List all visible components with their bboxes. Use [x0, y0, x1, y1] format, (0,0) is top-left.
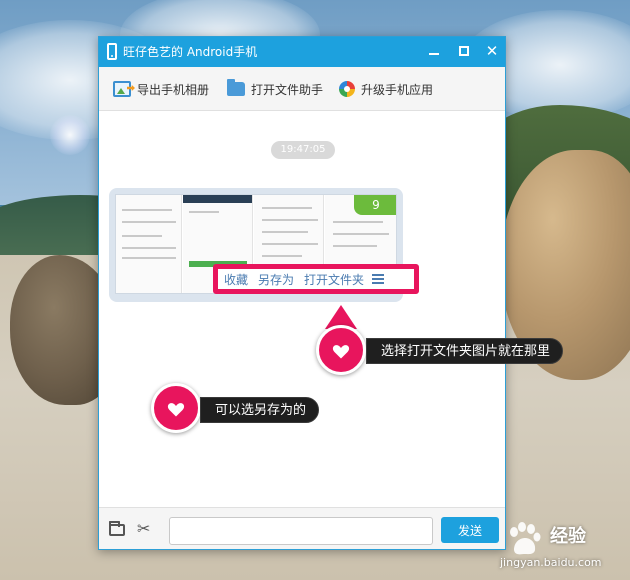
send-button[interactable]: 发送 [441, 517, 499, 543]
open-file-helper-button[interactable]: 打开文件助手 [227, 79, 323, 99]
chat-area[interactable]: 19:47:05 9 收藏 另存为 打开文件夹 [99, 112, 505, 507]
minimize-button[interactable] [425, 42, 443, 60]
message-timestamp: 19:47:05 [271, 141, 335, 159]
more-menu-icon[interactable] [372, 274, 385, 284]
maximize-icon [459, 46, 469, 56]
save-as-link[interactable]: 另存为 [258, 271, 294, 288]
annotation-callout-open-folder: 选择打开文件夹图片就在那里 [366, 338, 564, 364]
baidu-jingyan-watermark: 经验 jingyan.baidu.com [500, 518, 626, 574]
close-button[interactable]: ✕ [483, 42, 501, 60]
send-file-icon[interactable] [109, 521, 125, 536]
minimize-icon [429, 53, 439, 55]
watermark-url: jingyan.baidu.com [500, 556, 602, 569]
thumbnail-line [262, 219, 318, 221]
watermark-brand: 经验 [550, 526, 586, 547]
thumbnail-screen [116, 195, 182, 293]
thumbnail-line [262, 231, 308, 233]
image-action-bar: 收藏 另存为 打开文件夹 [213, 264, 419, 294]
thumbnail-line [262, 243, 318, 245]
thumbnail-count-badge: 9 [354, 195, 396, 215]
baidu-paw-icon [510, 522, 541, 555]
upgrade-apps-icon [339, 81, 355, 97]
export-photos-label: 导出手机相册 [137, 82, 210, 97]
thumbnail-line [333, 221, 383, 223]
thumbnail-line [122, 247, 176, 249]
thumbnail-line [262, 207, 312, 209]
heart-icon [332, 345, 350, 359]
folder-icon [227, 79, 245, 96]
annotation-heart-pin [151, 383, 201, 433]
open-file-helper-label: 打开文件助手 [251, 82, 324, 97]
input-bar: ✂ 发送 [99, 507, 505, 549]
window-title: 旺仔色艺的 Android手机 [123, 45, 258, 59]
maximize-button[interactable] [455, 42, 473, 60]
app-window: 旺仔色艺的 Android手机 ✕ 导出手机相册 打开文件助手 升级手机应用 1… [98, 36, 506, 550]
thumbnail-line [122, 221, 176, 223]
wallpaper-sun-glare [50, 115, 90, 155]
thumbnail-line [122, 209, 172, 211]
export-photos-button[interactable]: 导出手机相册 [113, 79, 209, 99]
thumbnail-header [183, 195, 252, 203]
thumbnail-line [333, 233, 389, 235]
upgrade-apps-button[interactable]: 升级手机应用 [339, 79, 433, 99]
phone-icon [107, 43, 117, 60]
favorite-link[interactable]: 收藏 [224, 271, 248, 288]
thumbnail-line [333, 245, 377, 247]
heart-icon [167, 403, 185, 417]
thumbnail-line [122, 235, 162, 237]
export-photos-icon [113, 81, 131, 97]
annotation-heart-pin [316, 325, 366, 375]
upgrade-apps-label: 升级手机应用 [361, 82, 434, 97]
message-input[interactable] [169, 517, 433, 545]
thumbnail-line [189, 211, 219, 213]
screenshot-scissors-icon[interactable]: ✂ [137, 519, 155, 539]
annotation-callout-save-as: 可以选另存为的 [200, 397, 320, 423]
window-titlebar[interactable]: 旺仔色艺的 Android手机 ✕ [99, 37, 505, 67]
thumbnail-line [122, 257, 176, 259]
toolbar: 导出手机相册 打开文件助手 升级手机应用 [99, 67, 505, 111]
thumbnail-line [262, 255, 302, 257]
open-folder-link[interactable]: 打开文件夹 [304, 271, 364, 288]
